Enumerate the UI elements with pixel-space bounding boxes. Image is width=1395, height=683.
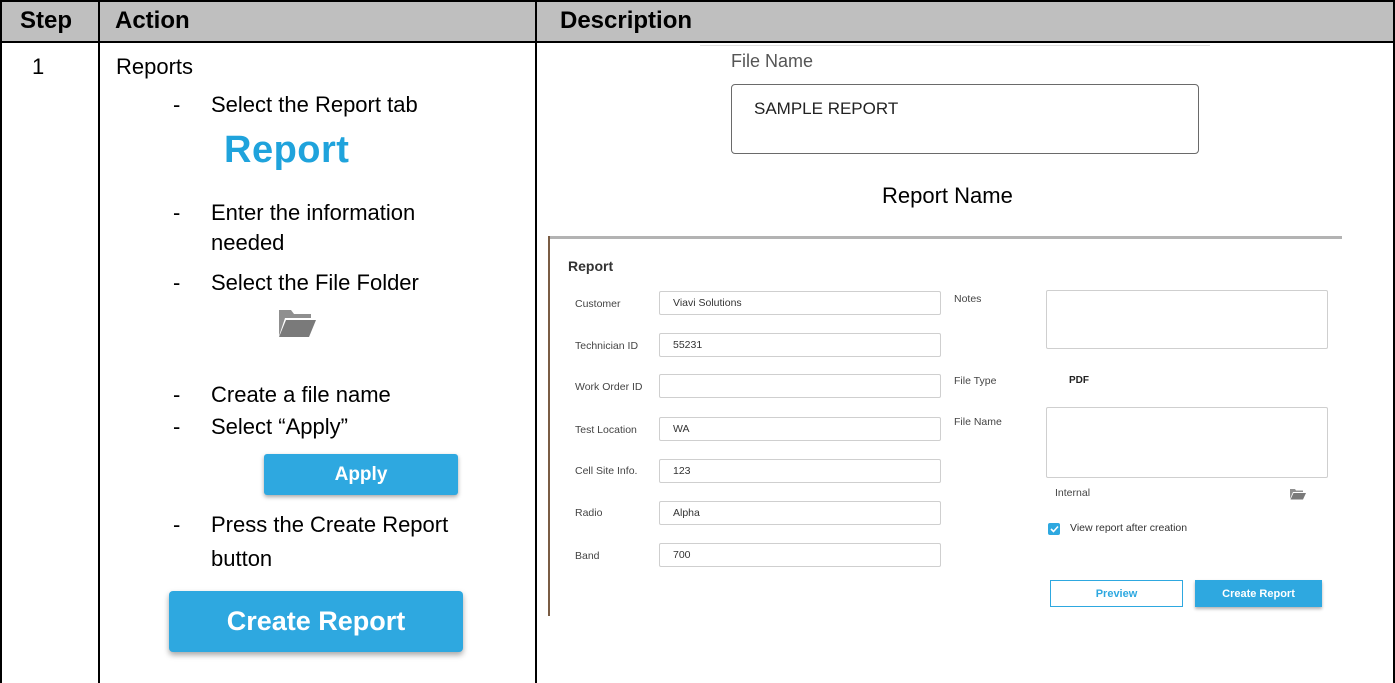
action-title: Reports bbox=[116, 54, 194, 79]
instruction-select-apply: Select “Apply” bbox=[211, 414, 348, 439]
table-header-row bbox=[1, 1, 1394, 41]
test-location-input[interactable]: WA bbox=[659, 417, 941, 441]
file-type-label: File Type bbox=[954, 375, 997, 387]
instruction-table: Step Action Description 1 Reports - Sele… bbox=[0, 0, 1395, 683]
instruction-enter-info: Enter the information bbox=[211, 200, 416, 225]
instruction-select-folder: Select the File Folder bbox=[211, 270, 419, 295]
notes-textarea[interactable] bbox=[1046, 290, 1328, 349]
technician-id-label: Technician ID bbox=[575, 340, 639, 352]
customer-label: Customer bbox=[575, 298, 621, 310]
file-name-input[interactable]: SAMPLE REPORT bbox=[731, 84, 1199, 154]
bullet-dash: - bbox=[173, 414, 181, 439]
instruction-press-create: Press the Create Report bbox=[211, 512, 449, 537]
band-input[interactable]: 700 bbox=[659, 543, 941, 567]
table-border-top bbox=[0, 0, 1395, 2]
bullet-dash: - bbox=[173, 512, 181, 537]
report-name-caption: Report Name bbox=[882, 183, 1013, 208]
table-col-divider-1 bbox=[98, 0, 100, 683]
checkmark-icon bbox=[1049, 525, 1059, 533]
radio-input[interactable]: Alpha bbox=[659, 501, 941, 525]
create-report-button[interactable]: Create Report bbox=[169, 591, 463, 652]
screenshot-left-border bbox=[548, 236, 550, 616]
work-order-id-input[interactable] bbox=[659, 374, 941, 398]
form-file-name-input[interactable] bbox=[1046, 407, 1328, 478]
form-file-name-label: File Name bbox=[954, 416, 1002, 428]
table-col-divider-2 bbox=[535, 0, 537, 683]
table-border-left bbox=[0, 0, 2, 683]
cell-site-info-label: Cell Site Info. bbox=[575, 465, 638, 477]
instruction-enter-info-cont: needed bbox=[211, 230, 285, 255]
customer-input[interactable]: Viavi Solutions bbox=[659, 291, 941, 315]
bullet-dash: - bbox=[173, 92, 181, 117]
form-title: Report bbox=[568, 258, 614, 274]
step-number: 1 bbox=[32, 54, 45, 79]
test-location-label: Test Location bbox=[575, 424, 637, 436]
instruction-select-report-tab: Select the Report tab bbox=[211, 92, 418, 117]
bullet-dash: - bbox=[173, 200, 181, 225]
apply-button[interactable]: Apply bbox=[264, 454, 458, 495]
report-tab-example: Report bbox=[224, 129, 350, 171]
technician-id-input[interactable]: 55231 bbox=[659, 333, 941, 357]
notes-label: Notes bbox=[954, 293, 982, 305]
cell-site-info-input[interactable]: 123 bbox=[659, 459, 941, 483]
header-action: Action bbox=[115, 7, 190, 34]
work-order-id-label: Work Order ID bbox=[575, 381, 643, 393]
radio-label: Radio bbox=[575, 507, 603, 519]
view-after-checkbox[interactable] bbox=[1048, 523, 1060, 535]
header-step: Step bbox=[20, 7, 73, 34]
preview-button[interactable]: Preview bbox=[1050, 580, 1183, 607]
top-divider bbox=[700, 45, 1210, 46]
form-create-report-button[interactable]: Create Report bbox=[1195, 580, 1322, 607]
report-form-screenshot: Report Customer Viavi Solutions Technici… bbox=[548, 236, 1342, 676]
folder-open-icon[interactable] bbox=[1290, 488, 1306, 500]
header-description: Description bbox=[560, 7, 693, 34]
bullet-dash: - bbox=[173, 270, 181, 295]
table-header-divider bbox=[0, 41, 1395, 43]
file-name-value: SAMPLE REPORT bbox=[754, 99, 899, 118]
screenshot-top-border bbox=[548, 236, 1342, 239]
bullet-dash: - bbox=[173, 382, 181, 407]
file-name-label: File Name bbox=[731, 51, 814, 71]
view-after-label: View report after creation bbox=[1070, 522, 1188, 534]
band-label: Band bbox=[575, 550, 600, 562]
instruction-press-create-cont: button bbox=[211, 546, 273, 571]
folder-open-icon bbox=[279, 310, 316, 337]
file-type-value: PDF bbox=[1069, 375, 1089, 386]
instruction-create-file-name: Create a file name bbox=[211, 382, 391, 407]
save-location-label: Internal bbox=[1055, 487, 1091, 499]
